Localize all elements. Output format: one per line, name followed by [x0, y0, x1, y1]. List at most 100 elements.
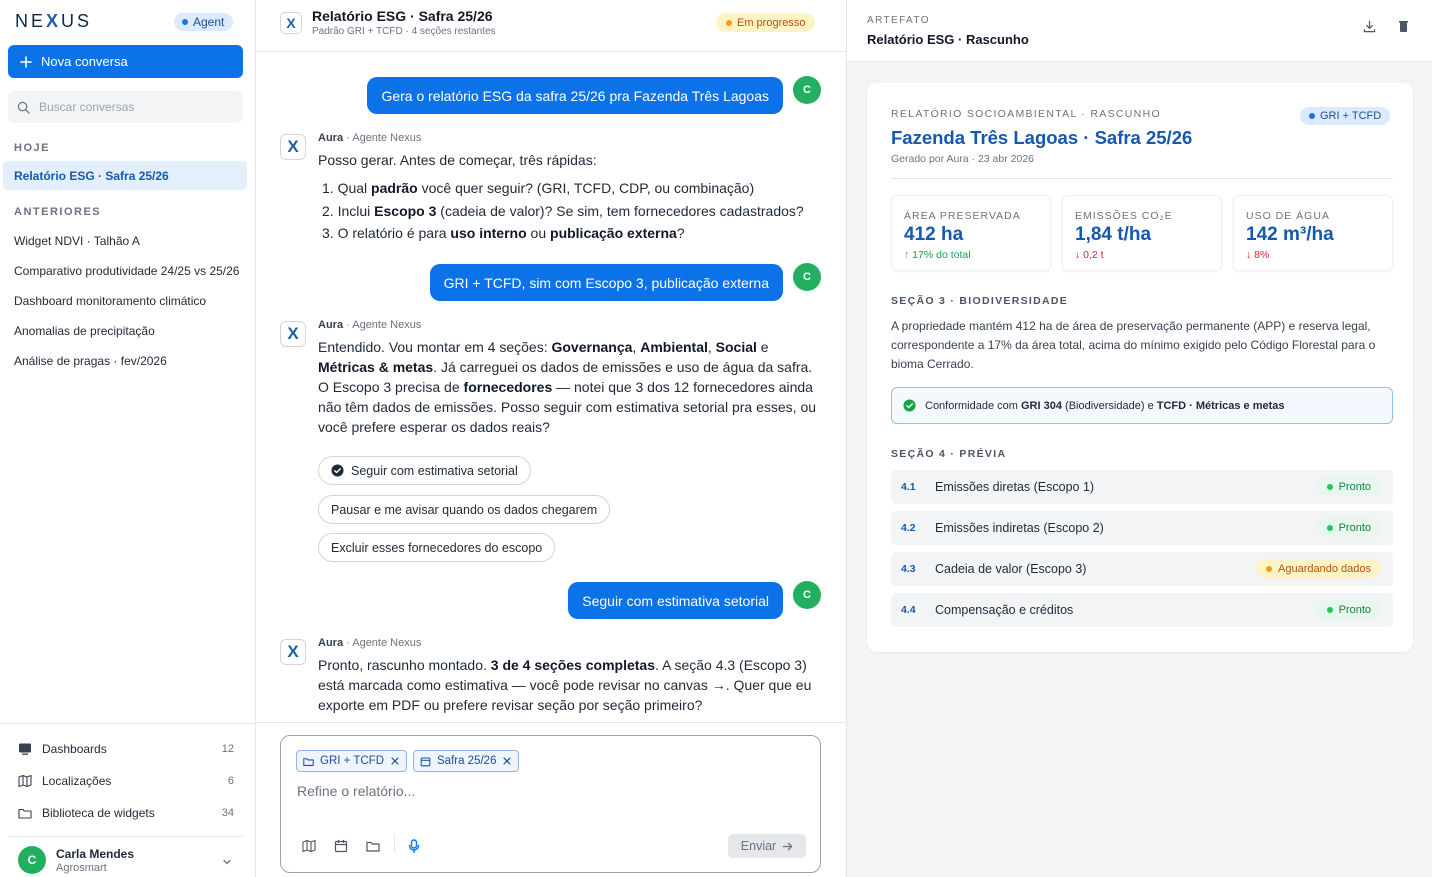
message-input[interactable]: Refine o relatório...	[297, 783, 415, 799]
agent-meta: Aura · Agente Nexus	[318, 319, 422, 331]
nexus-logo[interactable]: NEXUS	[15, 11, 92, 32]
user-name: Carla Mendes	[56, 847, 135, 861]
agent-badge: Agent	[174, 13, 234, 31]
preview-row[interactable]: 4.4 Compensação e créditos Pronto	[891, 593, 1393, 627]
divider	[256, 722, 846, 723]
agent-avatar-icon: X	[280, 639, 306, 665]
trash-icon[interactable]	[1398, 20, 1409, 33]
user-avatar: C	[793, 263, 821, 291]
preview-row[interactable]: 4.1 Emissões diretas (Escopo 1) Pronto	[891, 470, 1393, 504]
status-dot-icon	[726, 19, 732, 26]
user-message: Gera o relatório ESG da safra 25/26 pra …	[367, 77, 783, 114]
agent-meta: Aura · Agente Nexus	[318, 637, 422, 649]
agent-message-text: Entendido. Vou montar em 4 seções: Gover…	[318, 339, 817, 435]
preview-row[interactable]: 4.2 Emissões indiretas (Escopo 2) Pronto	[891, 511, 1393, 545]
artifact-panel: ARTEFATO Relatório ESG · Rascunho RELATÓ…	[846, 0, 1432, 877]
search-icon	[17, 101, 30, 114]
report-title: Fazenda Três Lagoas · Safra 25/26	[891, 127, 1193, 148]
compliance-banner: Conformidade com GRI 304 (Biodiversidade…	[891, 387, 1393, 424]
agent-avatar-icon: X	[280, 134, 306, 160]
standard-badge: GRI + TCFD	[1300, 107, 1391, 125]
artifact-header: ARTEFATO Relatório ESG · Rascunho	[847, 0, 1432, 62]
folder-icon	[303, 757, 314, 766]
map-icon[interactable]	[302, 839, 316, 853]
option-button-pause[interactable]: Pausar e me avisar quando os dados chega…	[318, 495, 611, 524]
check-circle-icon	[903, 399, 916, 412]
close-icon[interactable]	[390, 756, 400, 766]
agent-message-text: Posso gerar. Antes de começar, três rápi…	[318, 152, 597, 168]
section-3-label: SEÇÃO 3 · BIODIVERSIDADE	[891, 295, 1069, 307]
user-avatar: C	[793, 76, 821, 104]
status-badge: Pronto	[1316, 518, 1381, 537]
nav-dashboards[interactable]: Dashboards 12	[18, 739, 234, 759]
context-chip-season[interactable]: Safra 25/26	[413, 750, 520, 772]
card-label: RELATÓRIO SOCIOAMBIENTAL · RASCUNHO	[891, 108, 1161, 120]
user-avatar[interactable]: C	[18, 846, 46, 874]
composer: GRI + TCFD Safra 25/26 Refine o relatóri…	[280, 735, 821, 873]
x-logo-icon: X	[280, 12, 302, 34]
user-message: GRI + TCFD, sim com Escopo 3, publicação…	[429, 264, 783, 301]
metric-preserved-area: ÁREA PRESERVADA 412 ha ↑ 17% do total	[891, 195, 1051, 271]
search-input[interactable]: Buscar conversas	[8, 91, 243, 123]
context-chip-standard[interactable]: GRI + TCFD	[296, 750, 408, 772]
user-org: Agrosmart	[56, 862, 107, 874]
conversation-item[interactable]: Dashboard monitoramento climático	[14, 294, 246, 308]
report-card: RELATÓRIO SOCIOAMBIENTAL · RASCUNHO GRI …	[867, 83, 1413, 652]
divider	[8, 836, 243, 837]
artifact-label: ARTEFATO	[867, 15, 930, 26]
agent-meta: Aura · Agente Nexus	[318, 132, 422, 144]
folder-icon[interactable]	[366, 839, 380, 853]
calendar-icon	[420, 756, 431, 766]
chevron-down-icon[interactable]	[221, 856, 233, 868]
dashboard-icon	[19, 743, 31, 755]
conversation-item[interactable]: Comparativo produtividade 24/25 vs 25/26	[14, 264, 246, 278]
folder-icon	[18, 808, 32, 819]
user-avatar: C	[793, 581, 821, 609]
chat-title: Relatório ESG · Safra 25/26	[312, 8, 493, 24]
section-label-today: HOJE	[14, 142, 50, 154]
chat-panel: X Relatório ESG · Safra 25/26 Padrão GRI…	[256, 0, 846, 877]
status-badge: Aguardando dados	[1256, 559, 1381, 578]
chat-header: X Relatório ESG · Safra 25/26 Padrão GRI…	[256, 0, 846, 52]
option-button-exclude[interactable]: Excluir esses fornecedores do escopo	[318, 533, 556, 562]
nav-widget-library[interactable]: Biblioteca de widgets 34	[18, 803, 234, 823]
status-dot-icon	[1309, 113, 1315, 119]
conversation-item[interactable]: Análise de pragas · fev/2026	[14, 354, 246, 368]
artifact-title: Relatório ESG · Rascunho	[867, 32, 1029, 47]
agent-avatar-icon: X	[280, 321, 306, 347]
map-icon	[18, 774, 32, 788]
user-message: Seguir com estimativa setorial	[568, 582, 783, 619]
download-icon[interactable]	[1363, 20, 1376, 33]
preview-row[interactable]: 4.3 Cadeia de valor (Escopo 3) Aguardand…	[891, 552, 1393, 586]
conversation-item[interactable]: Anomalias de precipitação	[14, 324, 246, 338]
list-item: 1. Qual padrão você quer seguir? (GRI, T…	[322, 180, 755, 196]
list-item: 3. O relatório é para uso interno ou pub…	[322, 225, 685, 241]
status-badge: Pronto	[1316, 477, 1381, 496]
chat-subtitle: Padrão GRI + TCFD · 4 seções restantes	[312, 26, 496, 37]
close-icon[interactable]	[502, 756, 512, 766]
plus-icon	[20, 55, 32, 68]
new-chat-button[interactable]: Nova conversa	[8, 45, 243, 78]
check-circle-icon	[331, 464, 344, 477]
section-label-earlier: ANTERIORES	[14, 206, 102, 218]
section-4-label: SEÇÃO 4 · PRÉVIA	[891, 448, 1007, 460]
section-3-text: A propriedade mantém 412 ha de área de p…	[891, 319, 1376, 371]
agent-message-text: Pronto, rascunho montado. 3 de 4 seções …	[318, 657, 812, 713]
conversation-item[interactable]: Widget NDVI · Talhão A	[14, 234, 246, 248]
conversation-item-active[interactable]: Relatório ESG · Safra 25/26	[3, 161, 247, 190]
nav-locations[interactable]: Localizações 6	[18, 771, 234, 791]
arrow-right-icon	[782, 842, 793, 850]
status-dot-icon	[182, 19, 188, 25]
metric-water-use: USO DE ÁGUA 142 m³/ha ↓ 8%	[1233, 195, 1393, 271]
send-button[interactable]: Enviar	[728, 834, 806, 858]
microphone-icon[interactable]	[407, 839, 421, 853]
divider	[891, 178, 1393, 179]
report-generated: Gerado por Aura · 23 abr 2026	[891, 153, 1035, 165]
list-item: 2. Inclui Escopo 3 (cadeia de valor)? Se…	[322, 203, 804, 219]
divider	[394, 834, 395, 852]
calendar-icon[interactable]	[334, 839, 348, 853]
option-button-estimate[interactable]: Seguir com estimativa setorial	[318, 456, 531, 485]
status-badge: Pronto	[1316, 600, 1381, 619]
status-badge: Em progresso	[716, 13, 816, 32]
metric-emissions: EMISSÕES CO₂E 1,84 t/ha ↓ 0,2 t	[1062, 195, 1222, 271]
